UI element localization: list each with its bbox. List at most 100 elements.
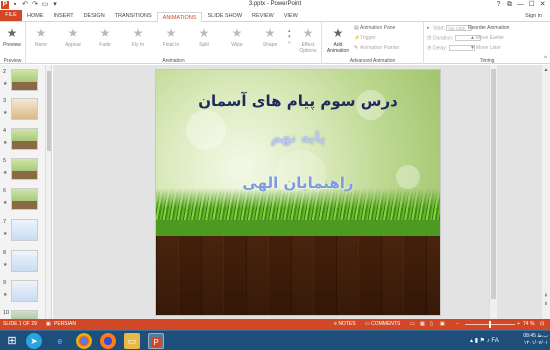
animation-painter-button[interactable]: ✎ Animation Painter [354, 45, 399, 51]
float-in-star-icon: ★ [165, 26, 177, 40]
trigger-label: Trigger [360, 35, 376, 41]
slide-thumbnail[interactable]: 5 ★ [3, 158, 47, 184]
language-status[interactable]: PERSIAN [54, 321, 76, 327]
spellcheck-icon[interactable]: ▣ [46, 321, 51, 327]
animation-fly-in[interactable]: ★ Fly In [123, 26, 153, 48]
comments-button[interactable]: ▭ COMMENTS [365, 321, 400, 327]
wooden-floor-lines [156, 236, 440, 315]
animation-wipe[interactable]: ★ Wipe [222, 26, 252, 48]
fit-slide-icon[interactable]: ⊡ [540, 321, 544, 327]
minimize-icon[interactable]: — [515, 0, 526, 10]
previous-slide-icon[interactable]: ⇞ [542, 293, 550, 299]
slide-show-icon[interactable]: ▣ [440, 321, 445, 327]
tab-view[interactable]: VIEW [279, 11, 303, 21]
slide-number: 5 [3, 158, 7, 164]
powerpoint-icon[interactable]: P [148, 333, 164, 349]
powerpoint-logo: P [151, 337, 161, 348]
thumbnail-image [11, 280, 38, 302]
tab-animations[interactable]: ANIMATIONS [156, 12, 203, 22]
slide-thumbnail[interactable]: 8 ★ [3, 250, 47, 276]
close-icon[interactable]: ✕ [537, 0, 548, 10]
preview-star-icon: ★ [6, 26, 18, 40]
tab-home[interactable]: HOME [22, 11, 49, 21]
zoom-out-icon[interactable]: − [456, 321, 459, 327]
help-icon[interactable]: ? [493, 0, 504, 10]
animation-float-in-label: Float In [162, 42, 180, 48]
thumbnails-scroll-handle[interactable] [47, 71, 51, 151]
slide-thumbnail[interactable]: 2 ★ [3, 69, 47, 95]
animation-float-in[interactable]: ★ Float In [156, 26, 186, 48]
next-slide-icon[interactable]: ⇟ [542, 301, 550, 307]
animation-group-label: Animation [162, 58, 185, 64]
preview-button[interactable]: ★ Preview [0, 26, 26, 48]
preview-group-label: Preview [3, 58, 22, 64]
add-animation-button[interactable]: ★ Add Animation [322, 26, 354, 54]
animation-shape-label: Shape [262, 42, 278, 48]
tab-review[interactable]: REVIEW [247, 11, 279, 21]
animation-fade[interactable]: ★ Fade [90, 26, 120, 48]
slide-thumbnail[interactable]: 4 ★ [3, 128, 47, 154]
notes-button[interactable]: ≡ NOTES [334, 321, 356, 327]
tab-file[interactable]: FILE [0, 10, 22, 21]
internet-explorer-icon[interactable]: e [52, 333, 68, 349]
tab-transitions[interactable]: TRANSITIONS [110, 11, 157, 21]
slide-sorter-icon[interactable]: ▦ [420, 321, 425, 327]
tray-overflow-icon[interactable]: ▴ [470, 338, 473, 344]
tab-slide-show[interactable]: SLIDE SHOW [202, 11, 247, 21]
sign-in-link[interactable]: Sign in [525, 13, 542, 19]
powerpoint-window: P ▪ ↶ ↷ ▭ ▾ 3.pptx - PowerPoint ? ⧉ — ☐ … [0, 0, 550, 350]
animation-split[interactable]: ★ Split [189, 26, 219, 48]
slide-thumbnail[interactable]: 3 ★ [3, 98, 47, 124]
tab-design[interactable]: DESIGN [79, 11, 110, 21]
animation-pane-label: Animation Pane [360, 25, 396, 31]
reading-view-icon[interactable]: ▯ [430, 321, 433, 327]
ribbon: ★ Preview Preview ★ None ★ Appear ★ Fade ★ F… [0, 22, 550, 64]
volume-icon[interactable]: ♪ [487, 338, 490, 344]
thumbnails-scrollbar[interactable] [45, 65, 51, 319]
gallery-scroll[interactable]: ▴ ▾ ▿ [288, 28, 291, 46]
effect-options-button[interactable]: ★ Effect Options [293, 26, 323, 54]
animation-fade-label: Fade [99, 42, 111, 48]
file-explorer-icon[interactable]: ▭ [124, 333, 140, 349]
start-field[interactable]: ▸ Start: On Click [427, 25, 473, 31]
zoom-in-icon[interactable]: + [517, 321, 520, 327]
slide-subtitle[interactable]: پایه نهم [156, 130, 440, 146]
animation-appear[interactable]: ★ Appear [58, 26, 88, 48]
delay-field[interactable]: ◷ Delay: [427, 45, 475, 51]
thumbnail-image [11, 98, 38, 120]
windows-taskbar: ⊞ ➤ e ▭ P ▴ ▮ ⚑ ♪ FA 08:45 ب.ظ ۱۴۰۱/۰۷/۰… [0, 330, 550, 350]
tab-insert[interactable]: INSERT [49, 11, 79, 21]
flag-icon[interactable]: ⚑ [480, 338, 485, 344]
ribbon-display-icon[interactable]: ⧉ [504, 0, 515, 10]
maximize-icon[interactable]: ☐ [526, 0, 537, 10]
scroll-up-icon[interactable]: ▲ [542, 67, 550, 73]
animation-pane-button[interactable]: ▤Animation Pane [354, 25, 395, 31]
firefox-icon[interactable] [100, 333, 116, 349]
slide-thumbnail[interactable]: 10 [3, 310, 47, 319]
network-icon[interactable]: ▮ [475, 338, 478, 344]
animation-shape[interactable]: ★ Shape [255, 26, 285, 48]
collapse-ribbon-icon[interactable]: ^ [544, 56, 547, 62]
trigger-button[interactable]: ⚡Trigger [354, 35, 376, 41]
start-icon[interactable]: ⊞ [4, 333, 20, 349]
animation-none[interactable]: ★ None [26, 26, 56, 48]
slide-text[interactable]: راهنمایان الهی [156, 174, 440, 192]
clock[interactable]: 08:45 ب.ظ ۱۴۰۱/۰۷/۰۱ [523, 333, 548, 347]
telegram-icon[interactable]: ➤ [26, 333, 42, 349]
slide-title[interactable]: درس سوم پیام های آسمان [156, 92, 440, 110]
animation-star-icon: ★ [3, 110, 8, 116]
current-slide[interactable]: درس سوم پیام های آسمان پایه نهم راهنمایا… [155, 69, 441, 316]
slide-thumbnail[interactable]: 6 ★ [3, 188, 47, 214]
slide-thumbnail[interactable]: 7 ★ [3, 219, 47, 245]
slide-number: 3 [3, 98, 7, 104]
zoom-slider-handle[interactable] [489, 321, 491, 328]
keyboard-language[interactable]: FA [491, 338, 498, 344]
slide-scrollbar[interactable] [489, 65, 497, 319]
chrome-icon[interactable] [76, 333, 92, 349]
slide-scroll-handle[interactable] [491, 69, 496, 299]
normal-view-icon[interactable]: ▭ [410, 321, 415, 327]
move-earlier-button[interactable]: ▲Move Earlier [470, 35, 504, 41]
move-later-button[interactable]: ▼Move Later [470, 45, 501, 51]
zoom-level[interactable]: 74 % [523, 321, 534, 327]
slide-thumbnail[interactable]: 9 ★ [3, 280, 47, 306]
